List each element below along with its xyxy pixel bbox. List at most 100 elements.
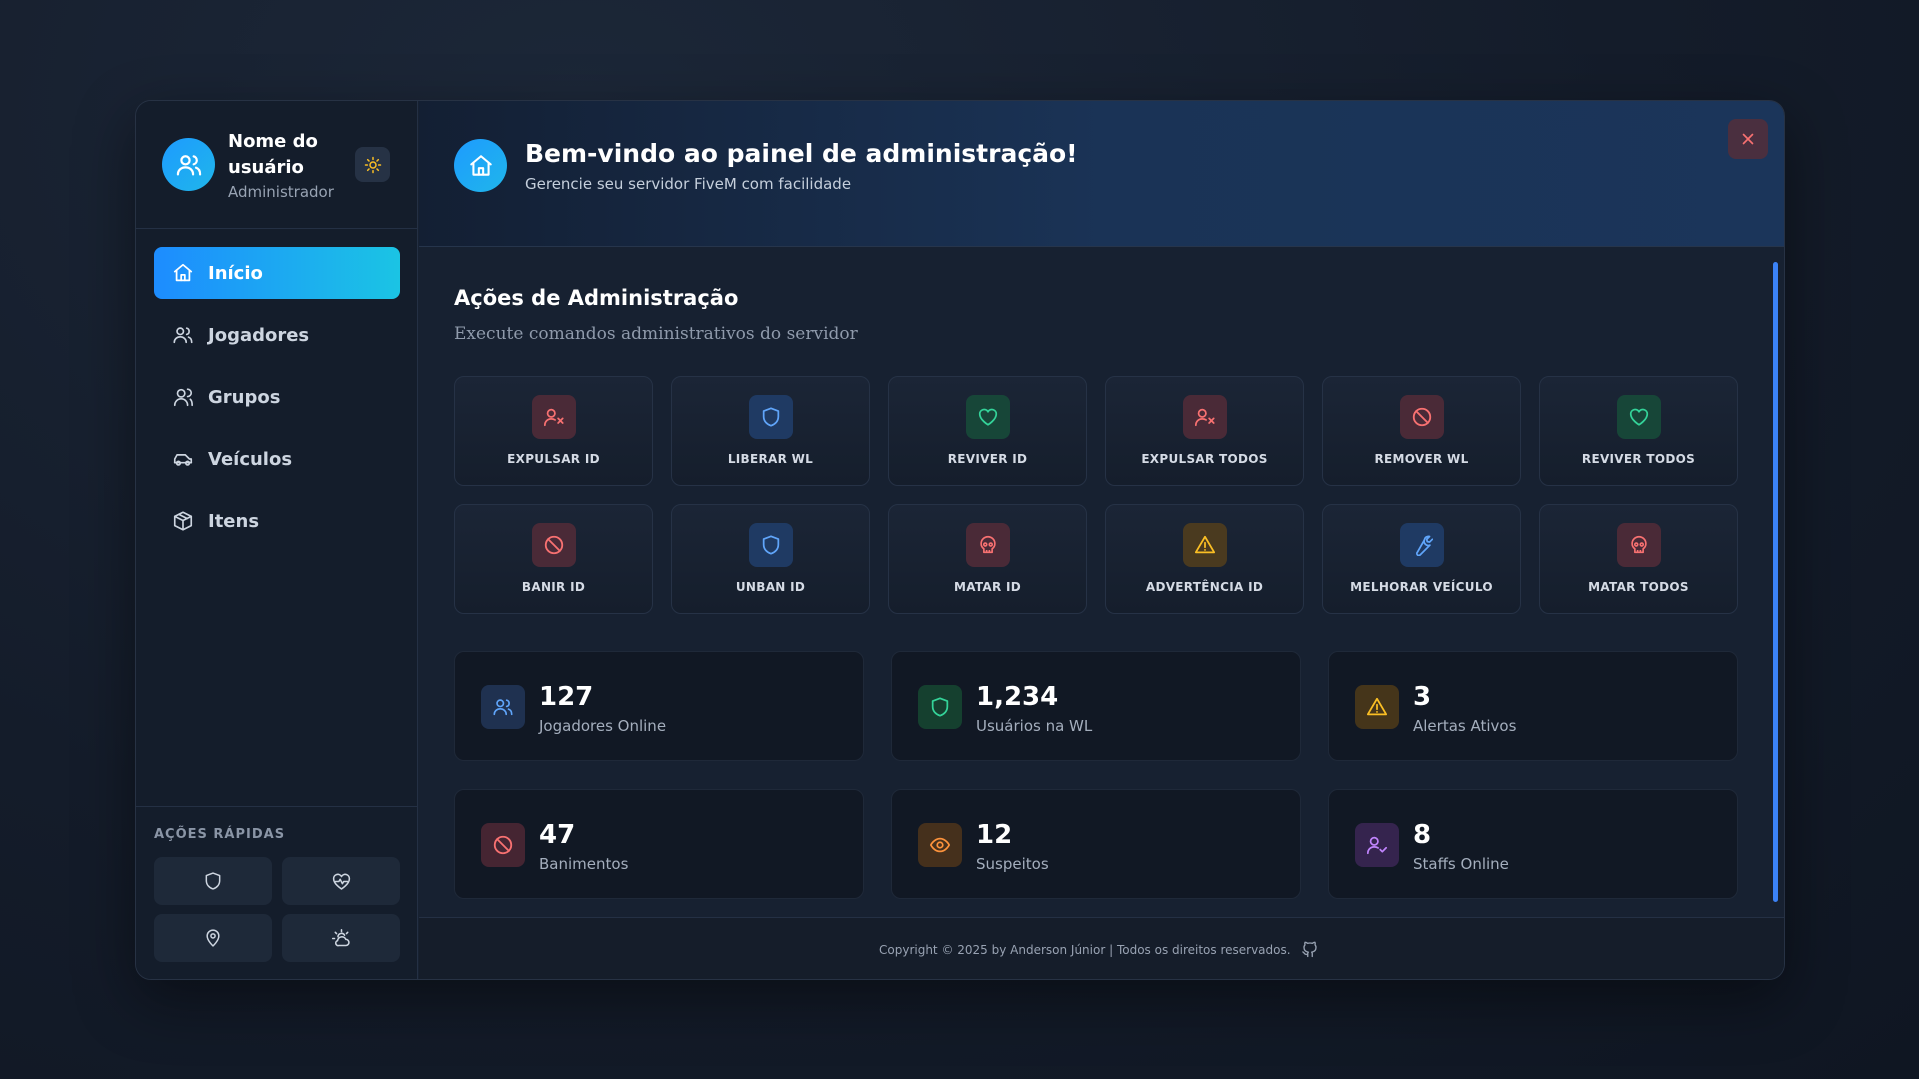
stat-card-alertas-ativos: 3 Alertas Ativos xyxy=(1328,651,1738,761)
user-check-icon xyxy=(1355,823,1399,867)
action-expulsar-todos[interactable]: EXPULSAR TODOS xyxy=(1105,376,1304,486)
users-icon xyxy=(481,685,525,729)
action-label: REVIVER TODOS xyxy=(1581,452,1696,466)
action-unban-id[interactable]: UNBAN ID xyxy=(671,504,870,614)
action-label: MATAR TODOS xyxy=(1588,580,1689,594)
stat-card-banimentos: 47 Banimentos xyxy=(454,789,864,899)
stat-label: Jogadores Online xyxy=(539,717,667,735)
car-icon xyxy=(172,448,194,470)
sidebar-item-label: Jogadores xyxy=(208,324,310,346)
sidebar-nav: Início Jogadores Grupos Veículos Itens xyxy=(154,247,400,557)
stat-label: Staffs Online xyxy=(1413,855,1509,873)
content-area: Ações de Administração Execute comandos … xyxy=(419,248,1784,917)
action-label: LIBERAR WL xyxy=(727,452,814,466)
heart-icon xyxy=(965,395,1010,439)
action-matar-todos[interactable]: MATAR TODOS xyxy=(1539,504,1738,614)
stat-label: Suspeitos xyxy=(976,855,1049,873)
admin-panel: Nome do usuário Administrador Início Jog… xyxy=(135,100,1785,980)
ban-icon xyxy=(1399,395,1444,439)
stat-value: 47 xyxy=(539,820,576,850)
user-x-icon xyxy=(1182,395,1227,439)
quick-actions-title: AÇÕES RÁPIDAS xyxy=(154,827,286,842)
sidebar-item-inicio[interactable]: Início xyxy=(154,247,400,299)
close-icon xyxy=(1739,130,1757,148)
heart-icon xyxy=(1616,395,1661,439)
action-matar-id[interactable]: MATAR ID xyxy=(888,504,1087,614)
action-label: MELHORAR VEÍCULO xyxy=(1350,580,1493,594)
stat-label: Alertas Ativos xyxy=(1413,717,1517,735)
quick-whitelist-button[interactable] xyxy=(154,857,272,905)
shield-icon xyxy=(748,395,793,439)
quick-weather-button[interactable] xyxy=(282,914,400,962)
sidebar-item-label: Itens xyxy=(208,510,260,532)
sun-icon xyxy=(364,156,382,174)
shield-icon xyxy=(203,871,223,891)
close-button[interactable] xyxy=(1728,119,1768,159)
action-melhorar-veiculo[interactable]: MELHORAR VEÍCULO xyxy=(1322,504,1521,614)
stat-label: Banimentos xyxy=(539,855,629,873)
section-title: Ações de Administração xyxy=(454,286,739,310)
map-pin-icon xyxy=(203,928,223,948)
stat-value: 3 xyxy=(1413,682,1432,712)
action-liberar-wl[interactable]: LIBERAR WL xyxy=(671,376,870,486)
skull-icon xyxy=(1616,523,1661,567)
action-label: REMOVER WL xyxy=(1374,452,1469,466)
wrench-icon xyxy=(1399,523,1444,567)
section-subtitle: Execute comandos administrativos do serv… xyxy=(454,324,858,344)
user-name: Nome do usuário xyxy=(228,131,318,178)
copyright-text: Copyright © 2025 by Anderson Júnior | To… xyxy=(879,943,1291,957)
users-icon xyxy=(172,324,194,346)
action-label: REVIVER ID xyxy=(947,452,1028,466)
action-expulsar-id[interactable]: EXPULSAR ID xyxy=(454,376,653,486)
users-icon xyxy=(175,151,203,179)
ban-icon xyxy=(481,823,525,867)
quick-revive-button[interactable] xyxy=(282,857,400,905)
action-label: MATAR ID xyxy=(953,580,1022,594)
sidebar-item-itens[interactable]: Itens xyxy=(154,495,400,547)
sidebar-item-veiculos[interactable]: Veículos xyxy=(154,433,400,485)
stat-value: 1,234 xyxy=(976,682,1059,712)
main-area: Bem-vindo ao painel de administração! Ge… xyxy=(419,101,1784,979)
box-icon xyxy=(172,510,194,532)
stat-value: 8 xyxy=(1413,820,1432,850)
heart-pulse-icon xyxy=(331,871,352,892)
sidebar: Nome do usuário Administrador Início Jog… xyxy=(136,101,418,979)
action-advertencia-id[interactable]: ADVERTÊNCIA ID xyxy=(1105,504,1304,614)
sidebar-item-label: Início xyxy=(208,262,263,284)
stat-card-jogadores-online: 127 Jogadores Online xyxy=(454,651,864,761)
sidebar-item-grupos[interactable]: Grupos xyxy=(154,371,400,423)
stat-value: 12 xyxy=(976,820,1013,850)
avatar xyxy=(162,138,215,191)
shield-icon xyxy=(918,685,962,729)
action-label: EXPULSAR ID xyxy=(507,452,600,466)
action-banir-id[interactable]: BANIR ID xyxy=(454,504,653,614)
warning-icon xyxy=(1355,685,1399,729)
action-label: BANIR ID xyxy=(521,580,586,594)
github-icon xyxy=(1301,940,1319,958)
home-icon xyxy=(172,262,194,284)
header: Bem-vindo ao painel de administração! Ge… xyxy=(419,101,1784,247)
action-reviver-todos[interactable]: REVIVER TODOS xyxy=(1539,376,1738,486)
action-label: UNBAN ID xyxy=(735,580,806,594)
sidebar-item-label: Grupos xyxy=(208,386,281,408)
stat-card-usuarios-wl: 1,234 Usuários na WL xyxy=(891,651,1301,761)
shield-icon xyxy=(748,523,793,567)
action-reviver-id[interactable]: REVIVER ID xyxy=(888,376,1087,486)
scrollbar[interactable] xyxy=(1771,252,1779,913)
user-x-icon xyxy=(531,395,576,439)
scrollbar-thumb[interactable] xyxy=(1773,262,1778,902)
stat-value: 127 xyxy=(539,682,594,712)
page-subtitle: Gerencie seu servidor FiveM com facilida… xyxy=(525,175,852,193)
quick-actions: AÇÕES RÁPIDAS xyxy=(136,806,418,979)
action-label: ADVERTÊNCIA ID xyxy=(1145,580,1264,594)
warning-icon xyxy=(1182,523,1227,567)
group-icon xyxy=(172,386,194,408)
stat-card-suspeitos: 12 Suspeitos xyxy=(891,789,1301,899)
action-label: EXPULSAR TODOS xyxy=(1141,452,1268,466)
quick-teleport-button[interactable] xyxy=(154,914,272,962)
action-remover-wl[interactable]: REMOVER WL xyxy=(1322,376,1521,486)
sidebar-item-jogadores[interactable]: Jogadores xyxy=(154,309,400,361)
theme-toggle-button[interactable] xyxy=(355,147,390,182)
user-profile: Nome do usuário Administrador xyxy=(136,101,418,229)
github-link[interactable] xyxy=(1301,940,1321,960)
